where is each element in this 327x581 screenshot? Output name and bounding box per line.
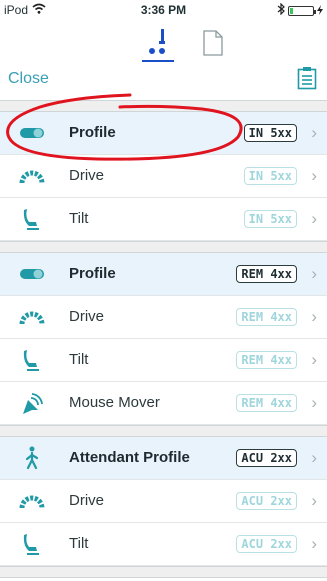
chevron-right-icon: › [311, 307, 317, 326]
chevron-right-icon: › [311, 393, 317, 412]
row-label: Profile [69, 124, 116, 141]
bluetooth-icon [277, 2, 285, 18]
top-bar: Close [0, 20, 327, 100]
list-item[interactable]: Tilt IN 5xx › [0, 198, 327, 241]
row-label: Tilt [69, 351, 89, 368]
toggle-profile-icon [18, 263, 46, 285]
chevron-right-icon: › [311, 448, 317, 467]
row-label: Drive [69, 167, 105, 184]
row-label: Tilt [69, 210, 89, 227]
chevron-right-icon: › [311, 491, 317, 510]
row-label: Drive [69, 492, 105, 509]
tab-configuration[interactable] [142, 26, 174, 62]
list-item[interactable]: Tilt ACU 2xx › [0, 523, 327, 566]
toggle-profile-icon [18, 122, 46, 144]
walking-person-icon [18, 446, 46, 470]
chevron-right-icon: › [311, 166, 317, 185]
module-badge: REM 4xx [236, 351, 297, 369]
module-badge: IN 5xx [243, 167, 297, 185]
module-badge: REM 4xx [236, 308, 297, 326]
device-list: Profile IN 5xx › Drive IN 5xx › Tilt IN … [0, 100, 327, 578]
chevron-right-icon: › [311, 264, 317, 283]
chevron-right-icon: › [311, 350, 317, 369]
section-acu2xx: Attendant Profile ACU 2xx › Drive ACU 2x… [0, 437, 327, 566]
list-item[interactable]: Drive REM 4xx › [0, 296, 327, 339]
module-badge: ACU 2xx [236, 449, 297, 467]
section-divider [0, 241, 327, 253]
clipboard-icon [297, 67, 317, 94]
section-in5xx: Profile IN 5xx › Drive IN 5xx › Tilt IN … [0, 112, 327, 241]
row-label: Tilt [69, 535, 89, 552]
list-item[interactable]: Attendant Profile ACU 2xx › [0, 437, 327, 480]
chevron-right-icon: › [311, 209, 317, 228]
section-divider [0, 425, 327, 437]
status-right [277, 2, 323, 18]
tab-document[interactable] [203, 30, 223, 61]
list-item[interactable]: Tilt REM 4xx › [0, 339, 327, 382]
chevron-right-icon: › [311, 534, 317, 553]
section-divider [0, 566, 327, 578]
wheelchair-seat-icon [18, 533, 46, 555]
speedometer-icon [18, 306, 46, 328]
module-badge: ACU 2xx [236, 492, 297, 510]
list-item[interactable]: Mouse Mover REM 4xx › [0, 382, 327, 425]
row-label: Drive [69, 308, 105, 325]
module-badge: ACU 2xx [236, 535, 297, 553]
close-button[interactable]: Close [8, 70, 49, 88]
module-badge: IN 5xx [243, 124, 297, 142]
row-label: Profile [69, 265, 116, 282]
list-item[interactable]: Drive IN 5xx › [0, 155, 327, 198]
speedometer-icon [18, 490, 46, 512]
speedometer-icon [18, 165, 46, 187]
module-badge: REM 4xx [236, 265, 297, 283]
wheelchair-seat-icon [18, 349, 46, 371]
list-item[interactable]: Profile IN 5xx › [0, 112, 327, 155]
clipboard-button[interactable] [297, 66, 317, 95]
row-label: Mouse Mover [69, 394, 160, 411]
section-rem4xx: Profile REM 4xx › Drive REM 4xx › Tilt R… [0, 253, 327, 425]
list-item[interactable]: Profile REM 4xx › [0, 253, 327, 296]
section-divider [0, 100, 327, 112]
module-badge: IN 5xx [243, 210, 297, 228]
battery-icon [288, 5, 316, 16]
mouse-cursor-icon [18, 392, 46, 414]
document-icon [203, 30, 223, 60]
wheelchair-seat-icon [18, 208, 46, 230]
charging-icon [317, 4, 323, 18]
row-label: Attendant Profile [69, 449, 190, 466]
status-bar: iPod 3:36 PM [0, 0, 327, 20]
list-item[interactable]: Drive ACU 2xx › [0, 480, 327, 523]
chevron-right-icon: › [311, 123, 317, 142]
module-badge: REM 4xx [236, 394, 297, 412]
active-tab-indicator [142, 60, 174, 62]
